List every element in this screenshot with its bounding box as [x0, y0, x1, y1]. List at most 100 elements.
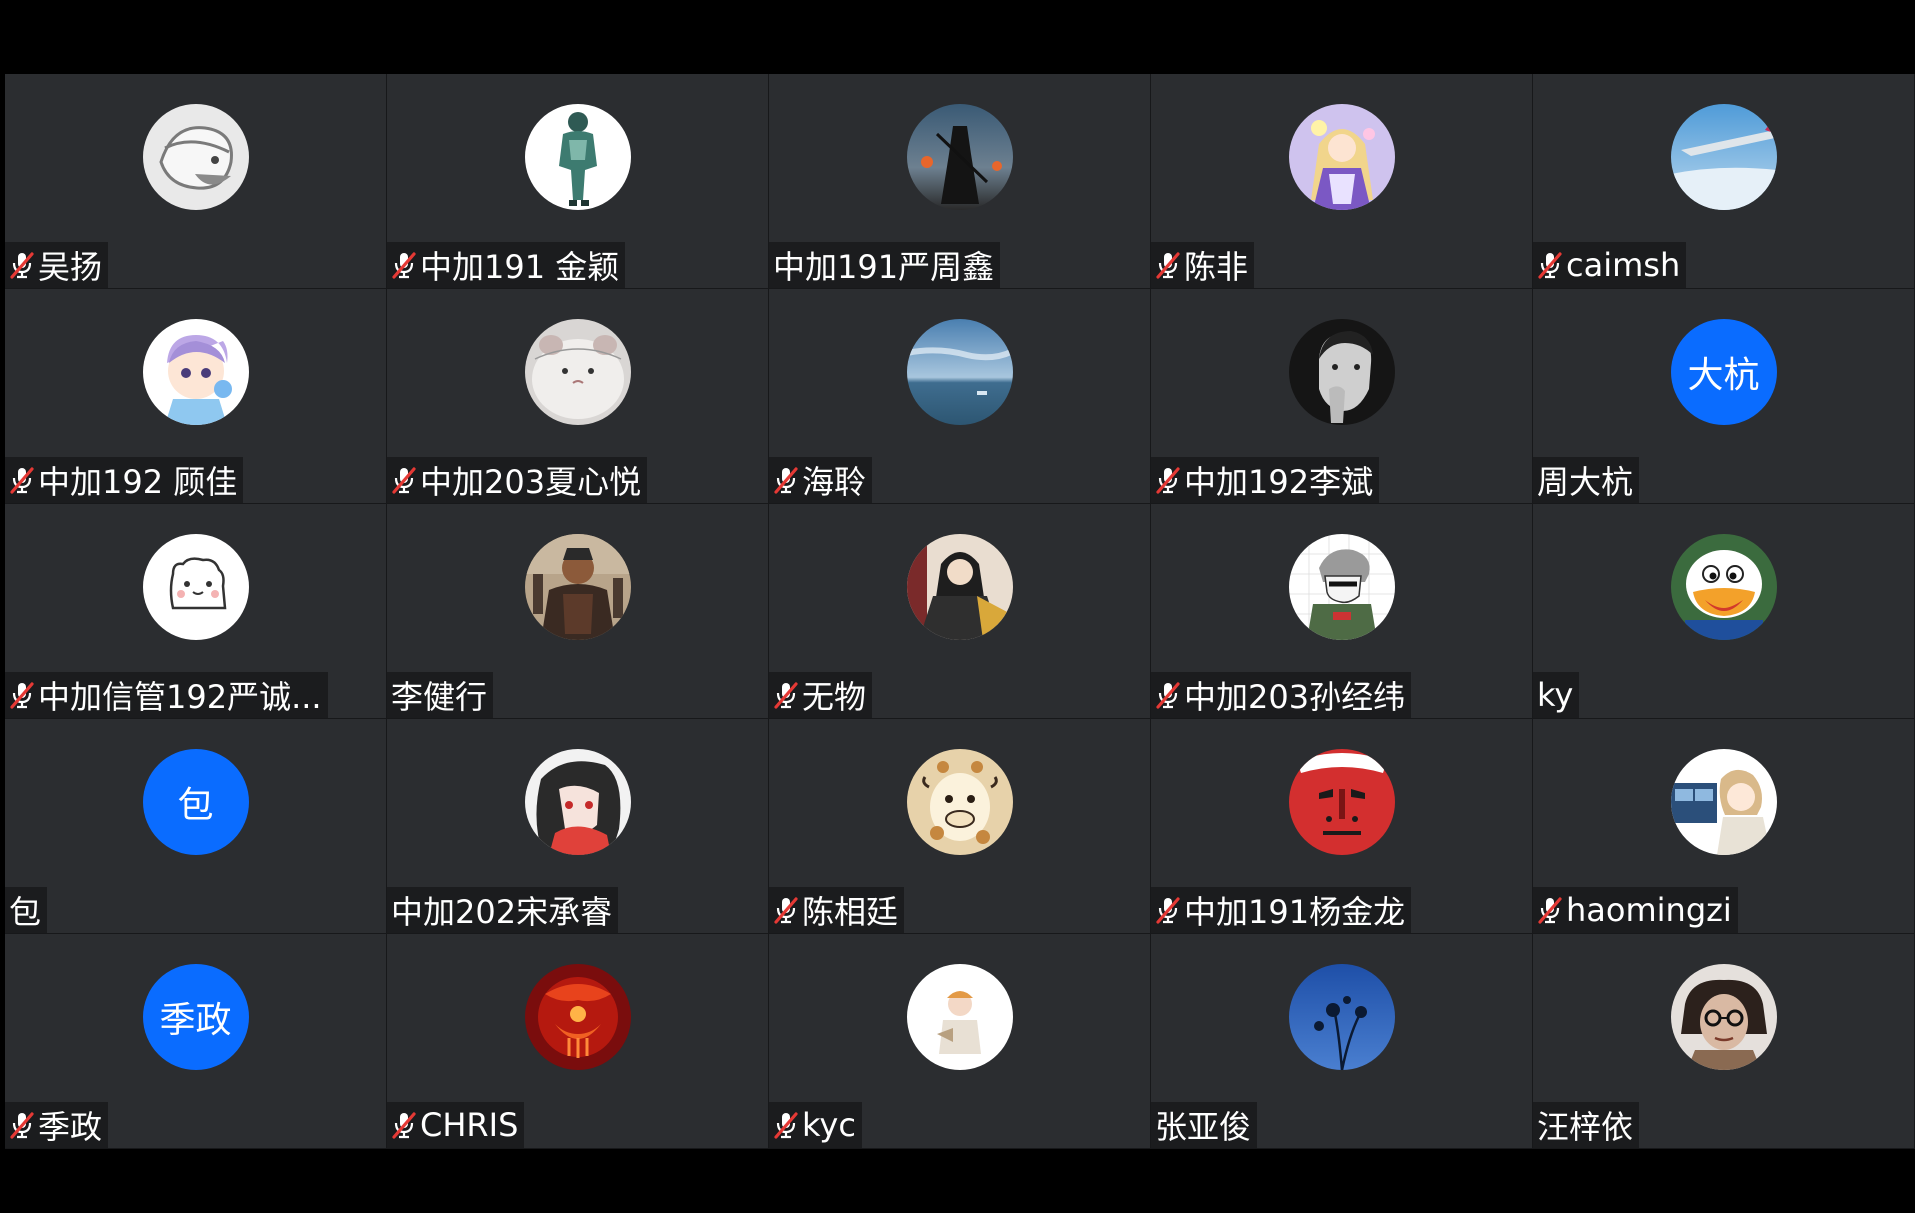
initials-avatar: 大杭 [1670, 319, 1777, 425]
participant-namebar: 季政 [5, 1102, 109, 1148]
participant-namebar: 周大杭 [1533, 457, 1640, 503]
muted-mic-icon [392, 1112, 416, 1139]
muted-mic-icon [392, 467, 416, 494]
participant-name: 中加191严周鑫 [773, 248, 995, 286]
participant-tile[interactable]: 包包 [5, 719, 387, 934]
participant-namebar: 中加192 顾佳 [5, 457, 244, 503]
participant-name: caimsh [1566, 246, 1681, 284]
avatar-armored-general [524, 534, 631, 640]
participant-name: 吴扬 [38, 248, 103, 286]
muted-mic-icon [10, 1112, 34, 1139]
participant-name: 中加信管192严诚... [38, 678, 322, 716]
muted-mic-icon [392, 252, 416, 279]
avatar-sketch-boy [1288, 534, 1395, 640]
avatar-sea [906, 319, 1013, 425]
avatar-cartoon-boy [142, 319, 249, 425]
participant-namebar: 中加203夏心悦 [387, 457, 648, 503]
participant-namebar: 中加191 金颖 [387, 242, 626, 288]
participant-tile[interactable]: 陈非 [1151, 74, 1533, 289]
avatar-white-person [906, 964, 1013, 1070]
participant-name: 季政 [38, 1108, 103, 1146]
muted-mic-icon [774, 467, 798, 494]
participant-tile[interactable]: 海聆 [769, 289, 1151, 504]
participant-name: CHRIS [420, 1106, 519, 1144]
participant-name: 汪梓依 [1537, 1108, 1634, 1146]
avatar-giraffe [906, 749, 1013, 855]
participant-namebar: 中加信管192严诚... [5, 672, 328, 718]
participant-tile[interactable]: 中加191 金颖 [387, 74, 769, 289]
participant-name: 中加191杨金龙 [1184, 893, 1406, 931]
muted-mic-icon [774, 1112, 798, 1139]
participant-tile[interactable]: 中加191杨金龙 [1151, 719, 1533, 934]
participant-name: 中加192李斌 [1184, 463, 1374, 501]
participant-namebar: 汪梓依 [1533, 1102, 1640, 1148]
participant-tile[interactable]: kyc [769, 934, 1151, 1149]
participant-name: ky [1537, 676, 1574, 714]
participant-tile[interactable]: 中加191严周鑫 [769, 74, 1151, 289]
participant-tile[interactable]: caimsh [1533, 74, 1915, 289]
participant-namebar: 陈相廷 [769, 887, 905, 933]
participant-tile[interactable]: 李健行 [387, 504, 769, 719]
participant-tile[interactable]: 无物 [769, 504, 1151, 719]
participant-namebar: 包 [5, 887, 48, 933]
participant-name: 李健行 [391, 678, 488, 716]
participant-name: 中加203孙经纬 [1184, 678, 1406, 716]
muted-mic-icon [10, 252, 34, 279]
participant-tile[interactable]: 中加信管192严诚... [5, 504, 387, 719]
muted-mic-icon [774, 682, 798, 709]
participant-tile[interactable]: 中加192 顾佳 [5, 289, 387, 504]
participant-namebar: ky [1533, 672, 1580, 718]
avatar-anime-purple [1288, 104, 1395, 210]
muted-mic-icon [1156, 467, 1180, 494]
participant-namebar: haomingzi [1533, 887, 1738, 933]
participant-tile[interactable]: 汪梓依 [1533, 934, 1915, 1149]
muted-mic-icon [1538, 252, 1562, 279]
muted-mic-icon [774, 897, 798, 924]
avatar-white-bear [142, 534, 249, 640]
avatar-anime-window [1670, 749, 1777, 855]
participant-tile[interactable]: haomingzi [1533, 719, 1915, 934]
initials-avatar: 季政 [142, 964, 249, 1070]
participant-namebar: 中加203孙经纬 [1151, 672, 1412, 718]
participant-name: 陈非 [1184, 248, 1249, 286]
avatar-red-anime-girl [524, 749, 631, 855]
participant-tile[interactable]: 张亚俊 [1151, 934, 1533, 1149]
participant-tile[interactable]: CHRIS [387, 934, 769, 1149]
participant-tile[interactable]: 中加192李斌 [1151, 289, 1533, 504]
participant-tile[interactable]: 季政 季政 [5, 934, 387, 1149]
participant-name: 无物 [802, 678, 867, 716]
avatar-blue-flowers [1288, 964, 1395, 1070]
meeting-window: 吴扬 中加191 金颖 中加191严周鑫 陈非 caimsh 中加192 顾佳 中加203夏… [0, 0, 1915, 1213]
participant-name: 海聆 [802, 463, 867, 501]
avatar-hamster [524, 319, 631, 425]
avatar-grey-bird [142, 104, 249, 210]
avatar-airplane-sky [1670, 104, 1777, 210]
muted-mic-icon [10, 467, 34, 494]
participant-namebar: caimsh [1533, 242, 1687, 288]
participant-tile[interactable]: 吴扬 [5, 74, 387, 289]
participant-name: 中加202宋承睿 [391, 893, 613, 931]
participant-namebar: 中加191杨金龙 [1151, 887, 1412, 933]
participant-tile[interactable]: 中加202宋承睿 [387, 719, 769, 934]
avatar-initials: 大杭 [1687, 355, 1760, 396]
participant-namebar: 中加192李斌 [1151, 457, 1380, 503]
participant-namebar: CHRIS [387, 1102, 525, 1148]
initials-avatar: 包 [142, 749, 249, 855]
avatar-initials: 包 [177, 785, 214, 826]
muted-mic-icon [1156, 682, 1180, 709]
participant-namebar: kyc [769, 1102, 862, 1148]
muted-mic-icon [1538, 897, 1562, 924]
muted-mic-icon [1156, 252, 1180, 279]
participant-namebar: 中加191严周鑫 [769, 242, 1001, 288]
participant-name: 陈相廷 [802, 893, 899, 931]
participant-name: haomingzi [1566, 891, 1732, 929]
participant-tile[interactable]: 中加203夏心悦 [387, 289, 769, 504]
participant-tile[interactable]: 陈相廷 [769, 719, 1151, 934]
participant-tile[interactable]: 中加203孙经纬 [1151, 504, 1533, 719]
participant-grid: 吴扬 中加191 金颖 中加191严周鑫 陈非 caimsh 中加192 顾佳 中加203夏… [5, 74, 1915, 1149]
avatar-dark-warrior [906, 104, 1013, 210]
participant-tile[interactable]: 大杭周大杭 [1533, 289, 1915, 504]
avatar-initials: 季政 [159, 1000, 232, 1041]
avatar-robot-figure [524, 104, 631, 210]
participant-tile[interactable]: ky [1533, 504, 1915, 719]
